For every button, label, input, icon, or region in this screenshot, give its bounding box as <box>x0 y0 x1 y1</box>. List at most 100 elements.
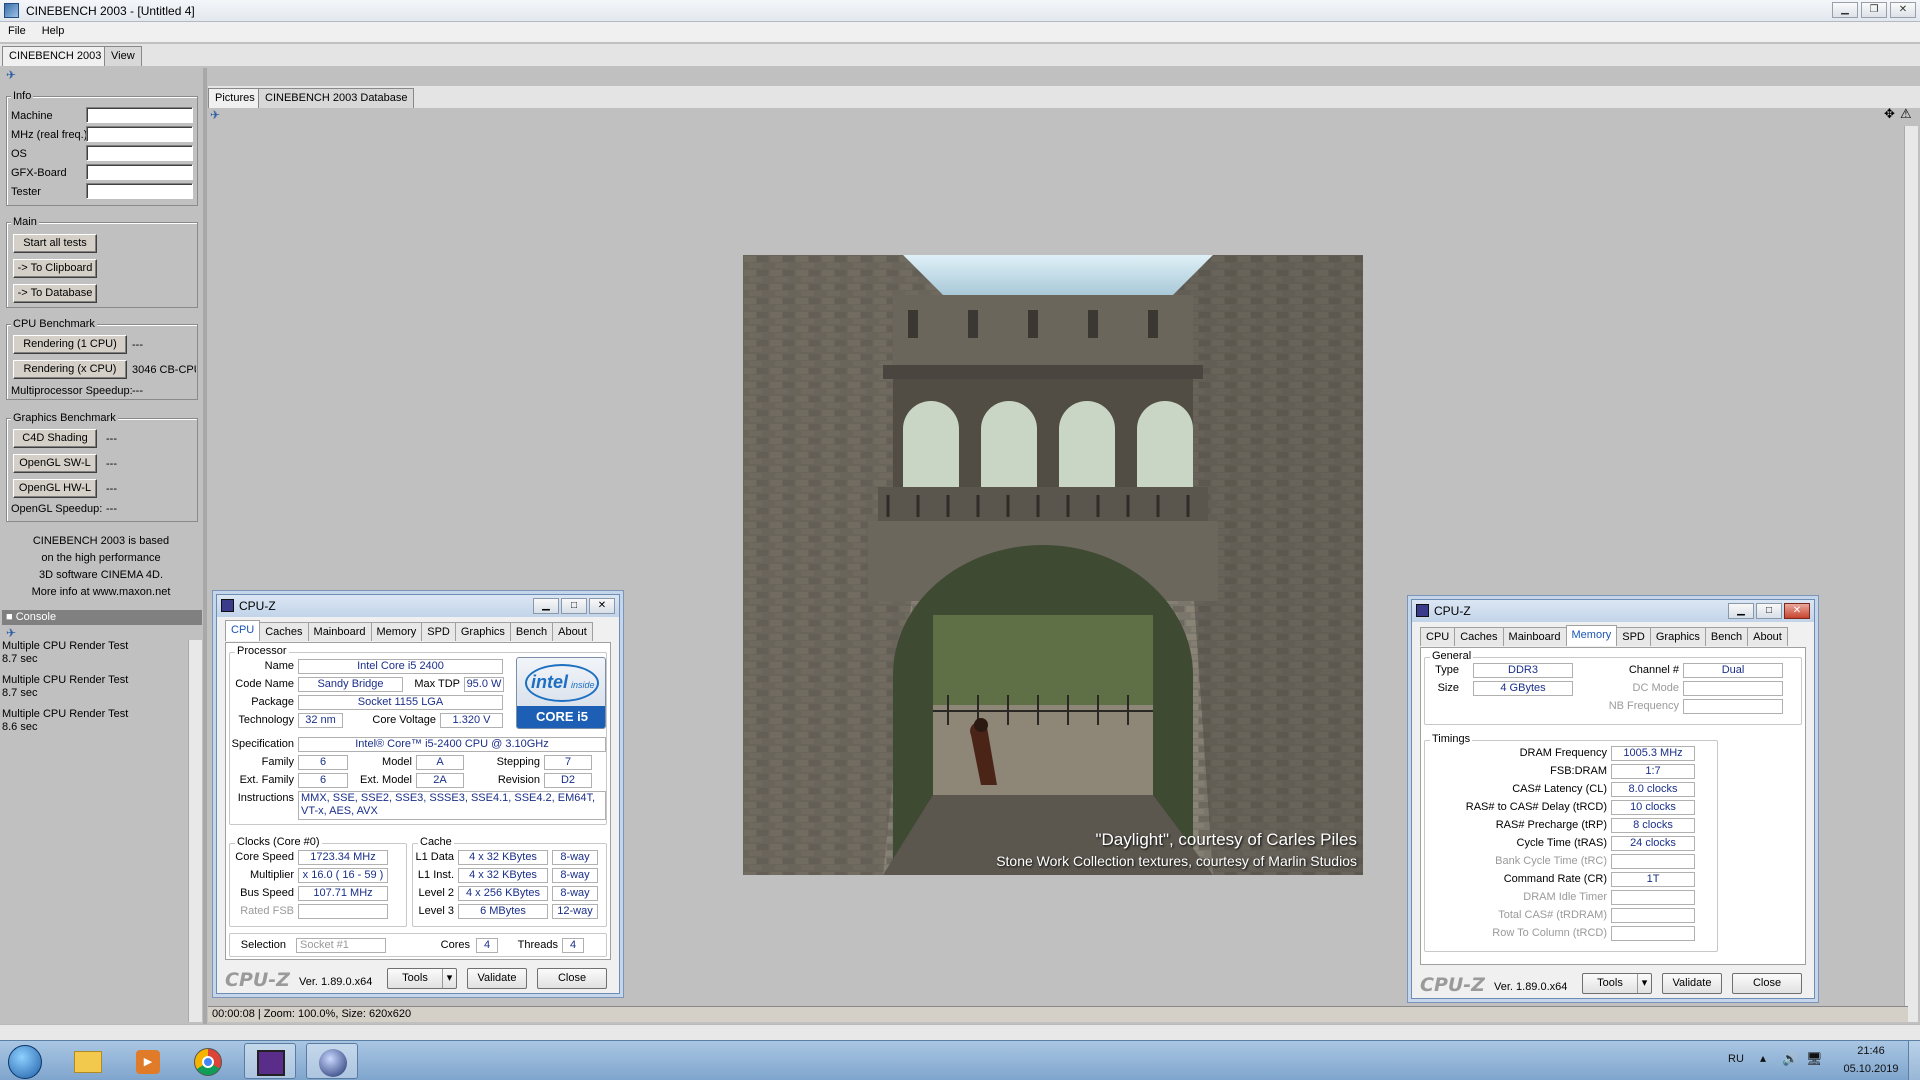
move-icon[interactable]: ✥ <box>1884 106 1895 122</box>
console-pin-icon[interactable]: ✈ <box>6 626 16 640</box>
splitter[interactable] <box>203 68 207 1024</box>
instructions-value: MMX, SSE, SSE2, SSE3, SSSE3, SSE4.1, SSE… <box>298 791 606 820</box>
close-button[interactable]: Close <box>537 968 607 989</box>
horizontal-scrollbar[interactable] <box>0 1024 1920 1040</box>
tab-mainboard[interactable]: Mainboard <box>307 622 372 641</box>
console-close-icon[interactable]: ■ <box>6 611 16 623</box>
chrome-icon[interactable] <box>182 1043 234 1079</box>
minimize-button[interactable]: ▁ <box>1728 603 1754 619</box>
explorer-icon[interactable] <box>62 1043 114 1079</box>
clock-time[interactable]: 21:46 <box>1846 1045 1896 1057</box>
cpuz-taskbar-icon[interactable] <box>244 1043 296 1079</box>
opengl-swl-value: --- <box>106 458 117 470</box>
mhz-label: MHz (real freq.) <box>11 129 88 141</box>
cinebench-taskbar-icon[interactable] <box>306 1043 358 1079</box>
idle-timer-label: DRAM Idle Timer <box>1523 891 1607 903</box>
tab-mainboard[interactable]: Mainboard <box>1502 627 1567 646</box>
start-button[interactable] <box>0 1043 50 1079</box>
nb-frequency-label: NB Frequency <box>1608 700 1679 712</box>
to-clipboard-button[interactable]: -> To Clipboard <box>13 259 97 278</box>
model-value: A <box>416 755 464 770</box>
tab-bench[interactable]: Bench <box>509 622 554 641</box>
tab-about[interactable]: About <box>1747 627 1788 646</box>
warning-icon[interactable]: ⚠ <box>1900 106 1912 122</box>
minimize-button[interactable]: ▁ <box>1832 2 1858 18</box>
revision-value: D2 <box>544 773 592 788</box>
network-icon[interactable]: 🖥 <box>1806 1051 1823 1067</box>
gfx-field[interactable] <box>86 164 193 180</box>
close-button[interactable]: ✕ <box>589 598 615 614</box>
socket-select[interactable]: Socket #1 <box>296 938 386 953</box>
tab-cinebench[interactable]: CINEBENCH 2003 <box>2 46 109 66</box>
menu-file[interactable]: File <box>0 22 34 40</box>
clock-date[interactable]: 05.10.2019 <box>1838 1063 1904 1075</box>
tab-cpu[interactable]: CPU <box>1420 627 1456 646</box>
tab-memory[interactable]: Memory <box>1565 625 1618 646</box>
console-scrollbar[interactable] <box>188 640 202 1022</box>
volume-icon[interactable]: 🔊 <box>1782 1051 1798 1067</box>
pin-icon[interactable]: ✈ <box>6 68 16 82</box>
picture-tabbar: Pictures CINEBENCH 2003 Database <box>208 86 1920 108</box>
cas-latency-value: 8.0 clocks <box>1611 782 1695 797</box>
tab-view[interactable]: View <box>104 46 142 66</box>
close-button[interactable]: Close <box>1732 973 1802 994</box>
tab-memory[interactable]: Memory <box>370 622 423 641</box>
close-button[interactable]: ✕ <box>1784 603 1810 619</box>
tester-field[interactable] <box>86 183 193 199</box>
tab-about[interactable]: About <box>552 622 593 641</box>
tools-button[interactable]: Tools ▾ <box>1582 973 1652 994</box>
cpu-panel: Processor Name Intel Core i5 2400 Code N… <box>225 642 611 960</box>
mhz-field[interactable] <box>86 126 193 142</box>
tools-button[interactable]: Tools ▾ <box>387 968 457 989</box>
os-field[interactable] <box>86 145 193 161</box>
tab-caches[interactable]: Caches <box>1454 627 1504 646</box>
console-header: ■ Console <box>2 610 202 625</box>
selection-label: Selection <box>240 939 286 951</box>
tab-cpu[interactable]: CPU <box>225 620 261 641</box>
tab-spd[interactable]: SPD <box>1616 627 1651 646</box>
picture-scrollbar[interactable] <box>1904 126 1918 1022</box>
tab-database[interactable]: CINEBENCH 2003 Database <box>258 88 415 108</box>
cpuz-window-cpu: CPU-Z ▁ □ ✕ CPU Caches Mainboard Memory SP… <box>216 594 620 994</box>
to-database-button[interactable]: -> To Database <box>13 284 97 303</box>
graphics-benchmark-legend: Graphics Benchmark <box>11 412 118 424</box>
maximize-button[interactable]: □ <box>561 598 587 614</box>
rendering-1cpu-button[interactable]: Rendering (1 CPU) <box>13 335 127 354</box>
mp-speedup-value: --- <box>132 385 143 397</box>
machine-field[interactable] <box>86 107 193 123</box>
tab-bench[interactable]: Bench <box>1704 627 1749 646</box>
show-hidden-icons[interactable]: ▴ <box>1760 1051 1766 1065</box>
start-all-tests-button[interactable]: Start all tests <box>13 234 97 253</box>
l2-assoc: 8-way <box>552 886 598 901</box>
nb-frequency-value <box>1683 699 1783 714</box>
multiplier-value: x 16.0 ( 16 - 59 ) <box>298 868 388 883</box>
threads-value: 4 <box>562 938 584 953</box>
c4d-shading-button[interactable]: C4D Shading <box>13 429 97 448</box>
show-desktop-button[interactable] <box>1908 1041 1920 1080</box>
opengl-swl-button[interactable]: OpenGL SW-L <box>13 454 97 473</box>
media-player-icon[interactable]: ▶ <box>122 1043 174 1079</box>
package-label: Package <box>251 696 294 708</box>
minimize-button[interactable]: ▁ <box>533 598 559 614</box>
dc-mode-value <box>1683 681 1783 696</box>
tab-spd[interactable]: SPD <box>421 622 456 641</box>
validate-button[interactable]: Validate <box>1662 973 1722 994</box>
l1-inst-label: L1 Inst. <box>417 869 454 881</box>
restore-button[interactable]: ❐ <box>1861 2 1887 18</box>
validate-button[interactable]: Validate <box>467 968 527 989</box>
l1-data-value: 4 x 32 KBytes <box>458 850 548 865</box>
tab-graphics[interactable]: Graphics <box>454 622 511 641</box>
tab-graphics[interactable]: Graphics <box>1649 627 1706 646</box>
tab-caches[interactable]: Caches <box>259 622 309 641</box>
close-button[interactable]: ✕ <box>1890 2 1916 18</box>
picture-pin-icon[interactable]: ✈ <box>210 108 220 122</box>
cpuz-titlebar: CPU-Z ▁ □ ✕ <box>1412 600 1814 622</box>
maximize-button[interactable]: □ <box>1756 603 1782 619</box>
language-indicator[interactable]: RU <box>1728 1053 1744 1065</box>
row-to-column-value <box>1611 926 1695 941</box>
opengl-hwl-button[interactable]: OpenGL HW-L <box>13 479 97 498</box>
tab-pictures[interactable]: Pictures <box>208 88 262 108</box>
menu-help[interactable]: Help <box>34 22 73 40</box>
dropdown-arrow-icon: ▾ <box>442 969 456 988</box>
rendering-xcpu-button[interactable]: Rendering (x CPU) <box>13 360 127 379</box>
